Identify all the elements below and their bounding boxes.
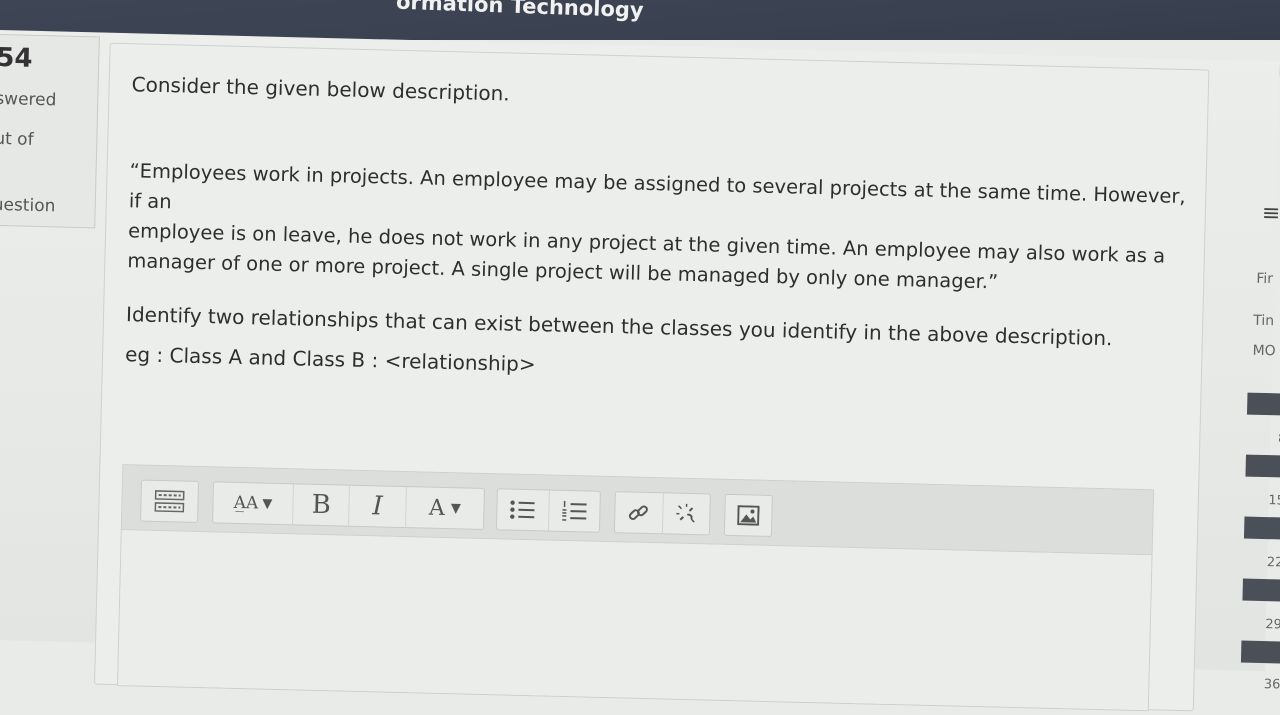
calendar-week-bar — [1247, 393, 1280, 416]
question-info-box: 54 swered ut of uestion — [0, 33, 100, 228]
toolbar-toggle-icon — [154, 490, 185, 513]
question-text: Consider the given below description. “E… — [132, 72, 1192, 98]
toolbar-group-toggle — [140, 480, 199, 523]
caret-down-icon: ▼ — [262, 496, 272, 511]
question-number: 54 — [0, 43, 33, 74]
calendar-day[interactable]: 36 — [1240, 677, 1280, 700]
calendar-day[interactable]: 1 — [1248, 369, 1280, 392]
answer-editor: A̲A ▼ B I A ▼ — [117, 464, 1154, 711]
unlink-icon — [674, 502, 699, 527]
ordered-list-button[interactable] — [548, 491, 599, 532]
flag-question-link[interactable]: uestion — [0, 195, 56, 217]
calendar-week-bar — [1241, 641, 1280, 664]
insert-image-button[interactable] — [725, 495, 772, 536]
text-color-label: A — [429, 495, 445, 520]
bold-button[interactable]: B — [293, 484, 350, 525]
numbered-list-icon — [561, 500, 588, 523]
toolbar-group-lists — [496, 488, 601, 533]
calendar-month-header: MO — [1252, 343, 1275, 360]
calendar-day[interactable]: 29 — [1242, 617, 1280, 640]
calendar-block: ≡ Fir Tin MO 1 8 15 22 29 36 — [1224, 120, 1280, 701]
answer-text-area[interactable] — [118, 530, 1151, 710]
calendar-week-bar — [1245, 455, 1280, 478]
calendar-day[interactable]: 22 — [1243, 555, 1280, 578]
calendar-week-bar — [1242, 579, 1280, 602]
show-more-buttons[interactable] — [141, 481, 198, 522]
question-status: swered — [0, 89, 57, 110]
caret-down-icon: ▼ — [451, 501, 461, 516]
unlink-button[interactable] — [662, 493, 709, 534]
font-size-label: A̲A — [234, 493, 259, 514]
toolbar-group-format: A̲A ▼ B I A ▼ — [212, 481, 485, 530]
bullet-list-icon — [509, 499, 536, 522]
toolbar-group-links — [614, 491, 711, 535]
unordered-list-button[interactable] — [497, 489, 549, 530]
block-label-first: Fir — [1256, 271, 1273, 287]
menu-icon[interactable]: ≡ — [1262, 201, 1280, 226]
question-instruction: Identify two relationships that can exis… — [126, 302, 1113, 350]
calendar-day[interactable]: 8 — [1246, 431, 1280, 454]
toolbar-group-media — [724, 494, 773, 537]
italic-label: I — [372, 491, 383, 521]
link-icon — [626, 500, 651, 525]
calendar-week-bar — [1244, 517, 1280, 540]
page-content: 54 swered ut of uestion Consider the giv… — [0, 30, 1280, 671]
question-description: “Employees work in projects. An employee… — [127, 156, 1190, 302]
font-size-button[interactable]: A̲A ▼ — [213, 482, 294, 524]
question-content: Consider the given below description. “E… — [94, 43, 1209, 712]
italic-button[interactable]: I — [349, 486, 406, 527]
question-example: eg : Class A and Class B : <relationship… — [125, 342, 536, 376]
bold-label: B — [311, 490, 331, 520]
site-title: ormation Technology — [396, 0, 644, 22]
question-marks: ut of — [0, 129, 34, 150]
insert-link-button[interactable] — [615, 492, 663, 533]
question-intro: Consider the given below description. — [131, 72, 510, 105]
calendar-day[interactable]: 15 — [1245, 493, 1280, 516]
image-icon — [737, 505, 759, 526]
text-color-button[interactable]: A ▼ — [406, 487, 484, 529]
block-label-time: Tin — [1253, 313, 1274, 330]
